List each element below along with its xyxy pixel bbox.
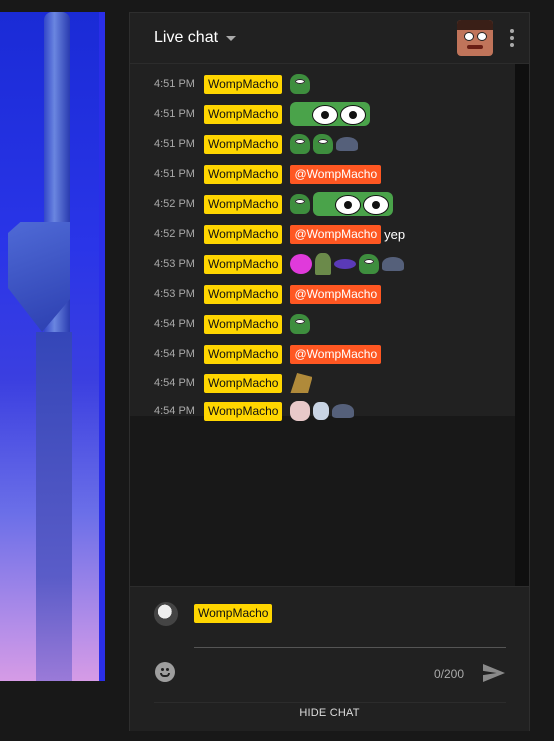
chat-message: 4:53 PM WompMacho [130, 249, 515, 279]
message-author[interactable]: WompMacho [204, 373, 283, 393]
chat-message: 4:54 PM WompMacho [130, 309, 515, 339]
message-timestamp: 4:53 PM [154, 258, 195, 270]
eyes-emote-icon [313, 192, 394, 216]
message-author[interactable]: WompMacho [204, 344, 283, 364]
chat-message: 4:54 PM WompMacho @WompMacho [130, 339, 515, 369]
chat-message-list: 4:51 PM WompMacho 4:51 PM WompMacho 4:51 PM W… [130, 64, 515, 421]
pepe-emote-icon [290, 74, 311, 94]
chat-title[interactable]: Live chat [154, 29, 218, 47]
chat-message: 4:54 PM WompMacho [130, 397, 515, 425]
message-content: @WompMacho [290, 344, 382, 364]
message-timestamp: 4:51 PM [154, 138, 195, 150]
chat-message: 4:53 PM WompMacho @WompMacho [130, 279, 515, 309]
input-underline [194, 647, 506, 648]
message-content [290, 314, 311, 334]
pepe-emote-icon [290, 194, 311, 214]
chevron-down-icon[interactable] [226, 35, 237, 41]
message-content [290, 373, 313, 393]
chat-message: 4:54 PM WompMacho [130, 369, 515, 397]
message-content: @WompMacho [290, 164, 382, 184]
message-timestamp: 4:54 PM [154, 318, 195, 330]
message-author[interactable]: WompMacho [204, 104, 283, 124]
message-content [290, 192, 394, 216]
message-timestamp: 4:52 PM [154, 228, 195, 240]
message-content: @WompMacho [290, 284, 382, 304]
send-icon[interactable] [483, 664, 505, 682]
mention-chip: @WompMacho [290, 224, 382, 244]
message-content [290, 102, 371, 126]
chat-message: 4:52 PM WompMacho @WompMacho yep [130, 219, 515, 249]
eyes-emote-icon [290, 102, 371, 126]
chat-message: 4:51 PM WompMacho @WompMacho [130, 159, 515, 189]
message-author[interactable]: WompMacho [204, 284, 283, 304]
message-content [290, 134, 359, 154]
message-author[interactable]: WompMacho [204, 224, 283, 244]
message-author[interactable]: WompMacho [204, 401, 283, 421]
compose-author-name: WompMacho [194, 604, 273, 623]
chat-message: 4:51 PM WompMacho [130, 129, 515, 159]
message-author[interactable]: WompMacho [204, 314, 283, 334]
message-timestamp: 4:54 PM [154, 348, 195, 360]
message-timestamp: 4:52 PM [154, 198, 195, 210]
chat-scrollbar[interactable] [515, 64, 529, 586]
message-content [290, 253, 405, 275]
hide-chat-button[interactable]: HIDE CHAT [130, 707, 529, 719]
avatar [154, 602, 178, 626]
message-timestamp: 4:51 PM [154, 78, 195, 90]
more-options-icon[interactable] [505, 29, 519, 47]
video-frame-edge [99, 12, 105, 681]
snail-emote-icon [336, 137, 359, 151]
message-author[interactable]: WompMacho [204, 194, 283, 214]
snail-emote-icon [332, 404, 355, 418]
message-content [290, 74, 311, 94]
channel-avatar[interactable] [457, 20, 493, 56]
video-frame-stem [36, 332, 72, 681]
message-timestamp: 4:51 PM [154, 168, 195, 180]
emoji-icon[interactable] [155, 662, 175, 682]
pepe-emote-icon [290, 134, 311, 154]
message-content [290, 401, 355, 421]
message-timestamp: 4:54 PM [154, 377, 195, 389]
girl-emote-icon [290, 401, 311, 421]
message-author[interactable]: WompMacho [204, 74, 283, 94]
message-author[interactable]: WompMacho [204, 164, 283, 184]
bunny-emote-icon [313, 402, 330, 420]
mention-chip: @WompMacho [290, 284, 382, 304]
gold-emote-icon [290, 373, 313, 393]
message-timestamp: 4:53 PM [154, 288, 195, 300]
pepe-emote-icon [290, 314, 311, 334]
mention-chip: @WompMacho [290, 164, 382, 184]
video-player[interactable] [0, 12, 105, 681]
chat-message-input[interactable] [194, 627, 510, 649]
message-author[interactable]: WompMacho [204, 134, 283, 154]
chat-compose: WompMacho 0/200 HIDE CHAT [130, 586, 529, 731]
chat-message: 4:52 PM WompMacho [130, 189, 515, 219]
message-author[interactable]: WompMacho [204, 254, 283, 274]
message-content: @WompMacho yep [290, 224, 406, 244]
divider [154, 702, 506, 703]
snail-emote-icon [382, 257, 405, 271]
chat-message: 4:51 PM WompMacho [130, 69, 515, 99]
pepe-emote-icon [313, 134, 334, 154]
pepe-emote-icon [359, 254, 380, 274]
mention-chip: @WompMacho [290, 344, 382, 364]
character-counter: 0/200 [434, 667, 465, 681]
pink-emote-icon [290, 254, 313, 274]
hat-emote-icon [315, 253, 332, 275]
live-chat-panel: Live chat 4:51 PM WompMacho 4:51 PM WompMac… [129, 12, 530, 731]
message-timestamp: 4:51 PM [154, 108, 195, 120]
chat-header: Live chat [130, 13, 529, 64]
message-timestamp: 4:54 PM [154, 405, 195, 417]
blob-emote-icon [334, 259, 357, 269]
chat-message: 4:51 PM WompMacho [130, 99, 515, 129]
message-text: yep [384, 226, 406, 242]
